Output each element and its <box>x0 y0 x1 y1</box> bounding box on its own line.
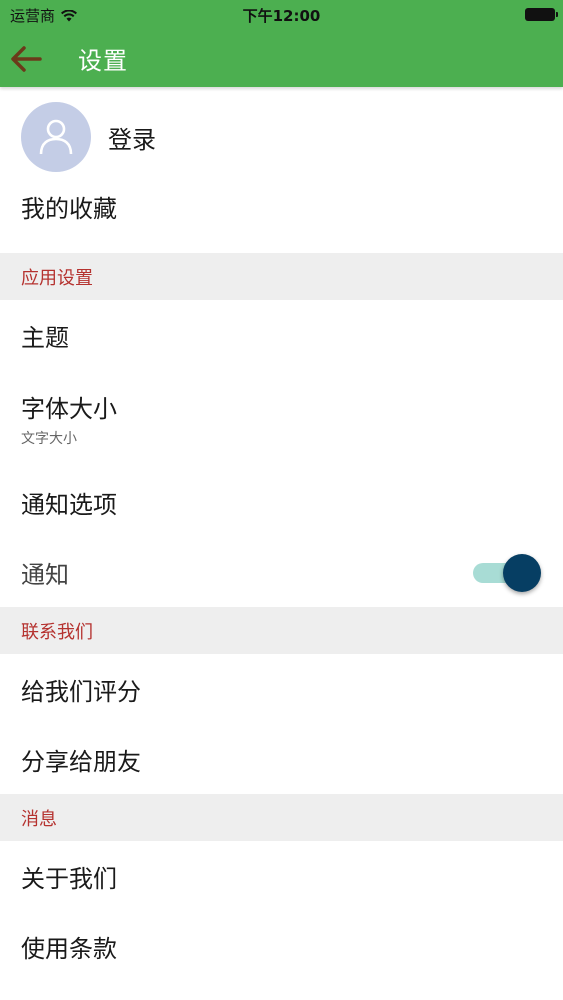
about-us-item[interactable]: 关于我们 <box>0 841 563 911</box>
page-title: 设置 <box>78 47 128 75</box>
arrow-left-icon <box>11 45 42 72</box>
back-button[interactable] <box>0 30 52 87</box>
theme-item[interactable]: 主题 <box>0 300 563 370</box>
toggle-thumb <box>503 554 541 592</box>
theme-label: 主题 <box>21 323 69 352</box>
status-time: 下午12:00 <box>242 7 321 25</box>
favorites-label: 我的收藏 <box>21 195 117 223</box>
notification-label: 通知 <box>21 560 69 589</box>
notification-toggle[interactable] <box>471 554 541 592</box>
rate-us-label: 给我们评分 <box>21 677 141 706</box>
battery-icon <box>525 8 558 21</box>
login-label: 登录 <box>108 125 156 154</box>
notification-row: 通知 <box>0 537 563 607</box>
app-bar: 设置 <box>0 30 563 87</box>
status-bar: 运营商 下午12:00 <box>0 0 563 30</box>
avatar <box>21 102 91 172</box>
font-size-value: 文字大小 <box>21 431 77 447</box>
font-size-label: 字体大小 <box>21 395 117 423</box>
section-header-info: 消息 <box>0 794 563 841</box>
share-label: 分享给朋友 <box>21 747 141 776</box>
about-us-label: 关于我们 <box>21 864 117 893</box>
section-title: 联系我们 <box>21 621 93 643</box>
favorites-item[interactable]: 我的收藏 <box>0 187 563 253</box>
terms-item[interactable]: 使用条款 <box>0 911 563 981</box>
section-header-contact: 联系我们 <box>0 607 563 654</box>
section-title: 消息 <box>21 808 57 830</box>
user-icon <box>39 119 73 155</box>
login-row[interactable]: 登录 <box>0 87 563 187</box>
notification-options-item[interactable]: 通知选项 <box>0 467 563 537</box>
rate-us-item[interactable]: 给我们评分 <box>0 654 563 724</box>
font-size-item[interactable]: 字体大小 文字大小 <box>0 370 563 467</box>
section-header-app-settings: 应用设置 <box>0 253 563 300</box>
terms-label: 使用条款 <box>21 934 117 963</box>
share-item[interactable]: 分享给朋友 <box>0 724 563 794</box>
section-title: 应用设置 <box>21 267 93 289</box>
notification-options-label: 通知选项 <box>21 490 117 519</box>
